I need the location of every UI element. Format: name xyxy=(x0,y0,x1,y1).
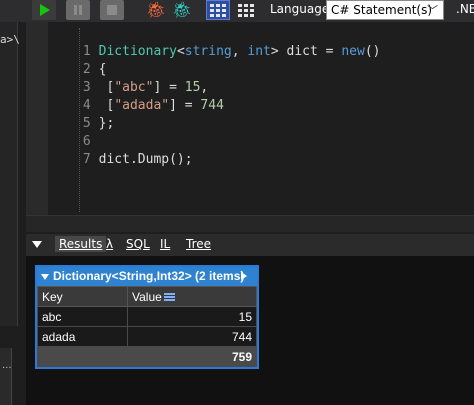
column-header-value-label: Value xyxy=(132,289,162,304)
tab-results[interactable]: Results xyxy=(55,236,107,252)
total-cell-empty xyxy=(37,346,128,367)
code-text: ["adada"] = 744 xyxy=(98,98,224,113)
toolbar: 🐞︎ 🐞︎ Language C# Statement(s) ﹀ .NE xyxy=(0,0,474,22)
explorer-path-text: a>\ xyxy=(0,33,20,46)
table-header-row: Key Value xyxy=(37,286,257,307)
code-line[interactable]: 5}; xyxy=(54,97,114,131)
lower-left-panel: ... xyxy=(0,348,12,405)
tab-sql[interactable]: SQL xyxy=(126,237,150,251)
total-value: 759 xyxy=(127,346,257,367)
editor-margin xyxy=(26,22,48,232)
expand-arrow-icon[interactable] xyxy=(241,272,247,280)
table-cell-value: 744 xyxy=(127,326,257,347)
chevron-down-icon: ﹀ xyxy=(427,4,438,17)
editor-horizontal-scrollbar[interactable] xyxy=(26,215,474,232)
language-select-value: C# Statement(s) xyxy=(331,3,433,17)
dump-header[interactable]: Dictionary<String,Int32> (2 items) xyxy=(37,267,257,286)
code-line[interactable]: 6 xyxy=(54,115,99,149)
column-header-key[interactable]: Key xyxy=(37,286,128,307)
code-line[interactable]: 4 ["adada"] = 744 xyxy=(54,79,224,113)
code-text: Dictionary<string, int> dict = new() xyxy=(98,44,381,59)
framework-label[interactable]: .NE xyxy=(456,2,474,16)
table-row: adada 744 xyxy=(37,326,257,347)
tab-tree[interactable]: Tree xyxy=(186,237,211,251)
grid-results-button[interactable] xyxy=(206,0,230,20)
run-button[interactable] xyxy=(32,0,56,20)
bug-icon[interactable]: 🐞︎ xyxy=(146,1,166,19)
collapse-triangle-icon[interactable] xyxy=(41,273,49,280)
table-cell-key: adada xyxy=(37,326,128,347)
total-row: 759 xyxy=(37,346,257,367)
dump-title: Dictionary<String,Int32> (2 items) xyxy=(53,269,245,283)
collapse-triangle-icon[interactable] xyxy=(32,241,42,248)
table-cell-key: abc xyxy=(37,306,128,327)
sum-icon[interactable] xyxy=(163,293,175,302)
language-select[interactable]: C# Statement(s) ﹀ xyxy=(326,0,444,20)
stop-button[interactable] xyxy=(100,0,124,20)
table-cell-value: 15 xyxy=(127,306,257,327)
code-line[interactable]: 7 dict.Dump(); xyxy=(54,133,193,167)
dump-table: Key Value abc 15 adada 744 759 xyxy=(37,286,257,367)
code-text: }; xyxy=(98,116,115,131)
query-explorer-panel: a>\ xyxy=(0,22,20,326)
table-row: abc 15 xyxy=(37,306,257,327)
results-tab-bar: Results λ SQL IL Tree xyxy=(26,234,474,256)
code-text: dict.Dump(); xyxy=(98,152,193,167)
code-line[interactable]: 2{ xyxy=(54,43,107,77)
tab-il[interactable]: IL xyxy=(160,237,170,251)
dump-output: Dictionary<String,Int32> (2 items) Key V… xyxy=(35,265,259,369)
tab-lambda[interactable]: λ xyxy=(106,237,113,251)
ellipsis-icon: ... xyxy=(2,360,12,371)
code-line[interactable]: 1 Dictionary<string, int> dict = new() xyxy=(54,25,381,59)
debug-icon[interactable]: 🐞︎ xyxy=(172,1,192,19)
code-line[interactable]: 3 ["abc"] = 15, xyxy=(54,61,208,95)
text-results-button[interactable] xyxy=(234,0,258,20)
line-number: 7 xyxy=(82,152,91,167)
pause-button[interactable] xyxy=(66,0,90,20)
language-label: Language xyxy=(270,2,330,16)
column-header-value[interactable]: Value xyxy=(127,286,257,307)
